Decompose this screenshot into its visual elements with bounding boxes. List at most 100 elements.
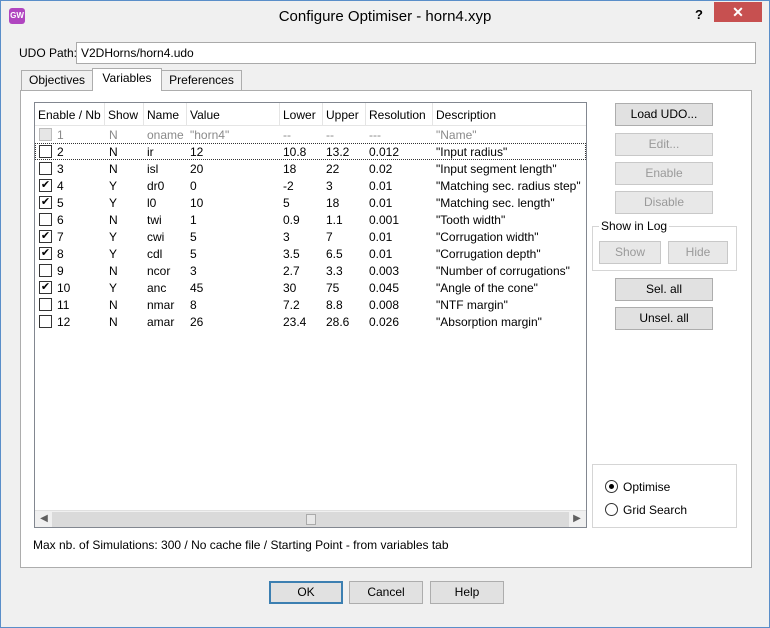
cell-upper: 1.1 bbox=[326, 213, 343, 227]
cell-value: 8 bbox=[190, 298, 197, 312]
column-header-name[interactable]: Name bbox=[147, 108, 179, 122]
table-row[interactable]: ✔ 10 Yanc 45 30 75 0.045 "Angle of the cone" bbox=[35, 279, 586, 296]
optimise-label[interactable]: Optimise bbox=[623, 480, 670, 494]
tab-variables[interactable]: Variables bbox=[92, 68, 162, 91]
table-row[interactable]: 6 Ntwi 1 0.9 1.1 0.001 "Tooth width" bbox=[35, 211, 586, 228]
column-header-resolution[interactable]: Resolution bbox=[369, 108, 426, 122]
cell-show: N bbox=[109, 213, 118, 227]
cell-show: Y bbox=[109, 179, 118, 193]
help-button[interactable]: Help bbox=[430, 581, 504, 604]
table-row[interactable]: ✔ 8 Ycdl 5 3.5 6.5 0.01 "Corrugation depth" bbox=[35, 245, 586, 262]
cell-value: 26 bbox=[190, 315, 204, 329]
ok-button[interactable]: OK bbox=[269, 581, 343, 604]
select-all-button[interactable]: Sel. all bbox=[615, 278, 713, 301]
enable-checkbox[interactable]: ✔ bbox=[39, 230, 52, 243]
table-row[interactable]: ✔ 5 Yl0 10 5 18 0.01 "Matching sec. length" bbox=[35, 194, 586, 211]
enable-checkbox[interactable] bbox=[39, 145, 52, 158]
cell-name: twi bbox=[147, 213, 162, 227]
cell-description: "Input segment length" bbox=[436, 162, 557, 176]
enable-checkbox[interactable]: ✔ bbox=[39, 179, 52, 192]
cell-nb: 7 bbox=[57, 230, 64, 244]
cell-name: l0 bbox=[147, 196, 157, 210]
cell-value: 3 bbox=[190, 264, 197, 278]
enable-checkbox[interactable] bbox=[39, 264, 52, 277]
simulation-info: Max nb. of Simulations: 300 / No cache f… bbox=[33, 538, 449, 552]
scroll-left-icon[interactable]: ◀ bbox=[37, 513, 51, 526]
cell-resolution: 0.003 bbox=[369, 264, 400, 278]
cell-resolution: 0.01 bbox=[369, 179, 393, 193]
column-header-description[interactable]: Description bbox=[436, 108, 496, 122]
configure-optimiser-dialog: GW Configure Optimiser - horn4.xyp ? ✕ U… bbox=[0, 0, 770, 628]
scroll-thumb[interactable] bbox=[306, 514, 316, 525]
cell-upper: 6.5 bbox=[326, 247, 343, 261]
load-udo-button[interactable]: Load UDO... bbox=[615, 103, 713, 126]
tab-objectives[interactable]: Objectives bbox=[21, 70, 93, 90]
enable-checkbox[interactable] bbox=[39, 315, 52, 328]
enable-checkbox[interactable] bbox=[39, 213, 52, 226]
cell-resolution: 0.008 bbox=[369, 298, 400, 312]
cell-nb: 2 bbox=[57, 145, 64, 159]
cell-nb: 4 bbox=[57, 179, 64, 193]
udo-path-input[interactable] bbox=[76, 42, 756, 64]
cell-lower: 30 bbox=[283, 281, 297, 295]
cell-value: 5 bbox=[190, 230, 197, 244]
cell-name: ncor bbox=[147, 264, 171, 278]
cell-value: 10 bbox=[190, 196, 204, 210]
table-row[interactable]: 9 Nncor 3 2.7 3.3 0.003 "Number of corrugation… bbox=[35, 262, 586, 279]
cell-name: cwi bbox=[147, 230, 165, 244]
cell-value: 1 bbox=[190, 213, 197, 227]
cell-upper: 3.3 bbox=[326, 264, 343, 278]
cell-name: oname bbox=[147, 128, 184, 142]
cell-name: dr0 bbox=[147, 179, 165, 193]
table-row[interactable]: 1 Noname "horn4" -- -- --- "Name" bbox=[35, 126, 586, 143]
cell-upper: 18 bbox=[326, 196, 340, 210]
enable-checkbox[interactable]: ✔ bbox=[39, 281, 52, 294]
enable-button[interactable]: Enable bbox=[615, 162, 713, 185]
cell-value: 5 bbox=[190, 247, 197, 261]
grid-search-label[interactable]: Grid Search bbox=[623, 503, 687, 517]
cell-upper: 3 bbox=[326, 179, 333, 193]
scroll-right-icon[interactable]: ▶ bbox=[570, 513, 584, 526]
cancel-button[interactable]: Cancel bbox=[349, 581, 423, 604]
edit-button[interactable]: Edit... bbox=[615, 133, 713, 156]
table-row[interactable]: 11 Nnmar 8 7.2 8.8 0.008 "NTF margin" bbox=[35, 296, 586, 313]
variables-list[interactable]: Enable / Nb Show Name Value Lower Upper … bbox=[34, 102, 587, 528]
column-header-show[interactable]: Show bbox=[108, 108, 138, 122]
table-row[interactable]: 12 Namar 26 23.4 28.6 0.026 "Absorption margin… bbox=[35, 313, 586, 330]
enable-checkbox[interactable] bbox=[39, 298, 52, 311]
unselect-all-button[interactable]: Unsel. all bbox=[615, 307, 713, 330]
show-button[interactable]: Show bbox=[599, 241, 661, 264]
column-header-lower[interactable]: Lower bbox=[283, 108, 316, 122]
cell-show: N bbox=[109, 264, 118, 278]
cell-resolution: 0.02 bbox=[369, 162, 393, 176]
hide-button[interactable]: Hide bbox=[668, 241, 728, 264]
table-row[interactable]: 3 Nisl 20 18 22 0.02 "Input segment length" bbox=[35, 160, 586, 177]
cell-resolution: 0.01 bbox=[369, 196, 393, 210]
cell-lower: 0.9 bbox=[283, 213, 300, 227]
enable-checkbox[interactable]: ✔ bbox=[39, 247, 52, 260]
column-header-enable[interactable]: Enable / Nb bbox=[38, 108, 101, 122]
grid-search-radio[interactable] bbox=[605, 503, 618, 516]
cell-value: 20 bbox=[190, 162, 204, 176]
column-header-upper[interactable]: Upper bbox=[326, 108, 359, 122]
table-row[interactable]: 2 Nir 12 10.8 13.2 0.012 "Input radius" bbox=[35, 143, 586, 160]
enable-checkbox[interactable] bbox=[39, 162, 52, 175]
cell-resolution: 0.01 bbox=[369, 247, 393, 261]
cell-lower: -- bbox=[283, 128, 291, 142]
help-title-button[interactable]: ? bbox=[689, 7, 709, 25]
enable-checkbox[interactable]: ✔ bbox=[39, 196, 52, 209]
cell-lower: 5 bbox=[283, 196, 290, 210]
table-row[interactable]: ✔ 4 Ydr0 0 -2 3 0.01 "Matching sec. radius step… bbox=[35, 177, 586, 194]
tab-preferences[interactable]: Preferences bbox=[161, 70, 242, 90]
cell-description: "Matching sec. length" bbox=[436, 196, 555, 210]
cell-show: N bbox=[109, 145, 118, 159]
column-header-value[interactable]: Value bbox=[190, 108, 220, 122]
table-row[interactable]: ✔ 7 Ycwi 5 3 7 0.01 "Corrugation width" bbox=[35, 228, 586, 245]
cell-lower: -2 bbox=[283, 179, 294, 193]
close-button[interactable]: ✕ bbox=[714, 2, 762, 22]
optimise-radio[interactable] bbox=[605, 480, 618, 493]
cell-name: anc bbox=[147, 281, 167, 295]
disable-button[interactable]: Disable bbox=[615, 191, 713, 214]
cell-description: "Absorption margin" bbox=[436, 315, 542, 329]
horizontal-scrollbar[interactable]: ◀ ▶ bbox=[35, 510, 586, 527]
